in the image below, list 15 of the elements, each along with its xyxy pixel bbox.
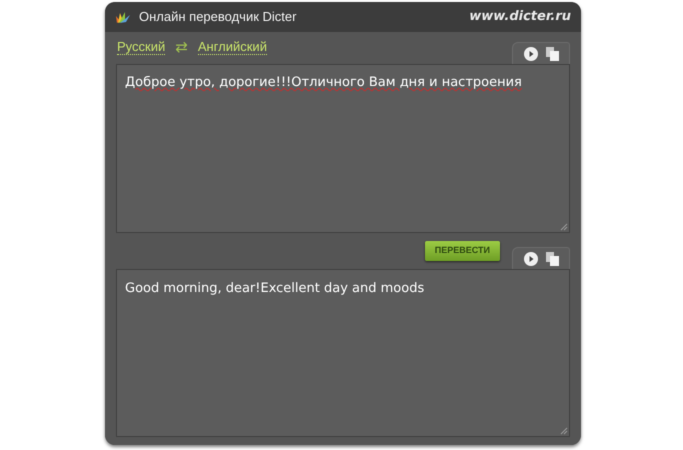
translate-button[interactable]: ПЕРЕВЕСТИ bbox=[424, 241, 500, 261]
translation-text: Good morning, dear!Excellent day and moods bbox=[125, 280, 424, 298]
play-icon[interactable] bbox=[524, 252, 538, 266]
play-icon[interactable] bbox=[524, 46, 538, 60]
source-text-field[interactable]: Доброе утро, дорогие!!!Отличного Вам дня и настроения bbox=[116, 64, 570, 233]
target-language-link[interactable]: Английский bbox=[198, 38, 267, 55]
fan-logo-icon bbox=[115, 10, 131, 24]
resize-grip-icon[interactable] bbox=[560, 223, 568, 231]
copy-icon[interactable] bbox=[546, 46, 558, 60]
window-title: Онлайн переводчик Dicter bbox=[139, 8, 296, 26]
swap-languages-button[interactable]: ⇄ bbox=[175, 36, 188, 58]
source-language-link[interactable]: Русский bbox=[117, 38, 166, 55]
copy-icon[interactable] bbox=[546, 252, 558, 266]
resize-grip-icon[interactable] bbox=[560, 427, 568, 435]
site-address: www.dicter.ru bbox=[469, 8, 571, 26]
